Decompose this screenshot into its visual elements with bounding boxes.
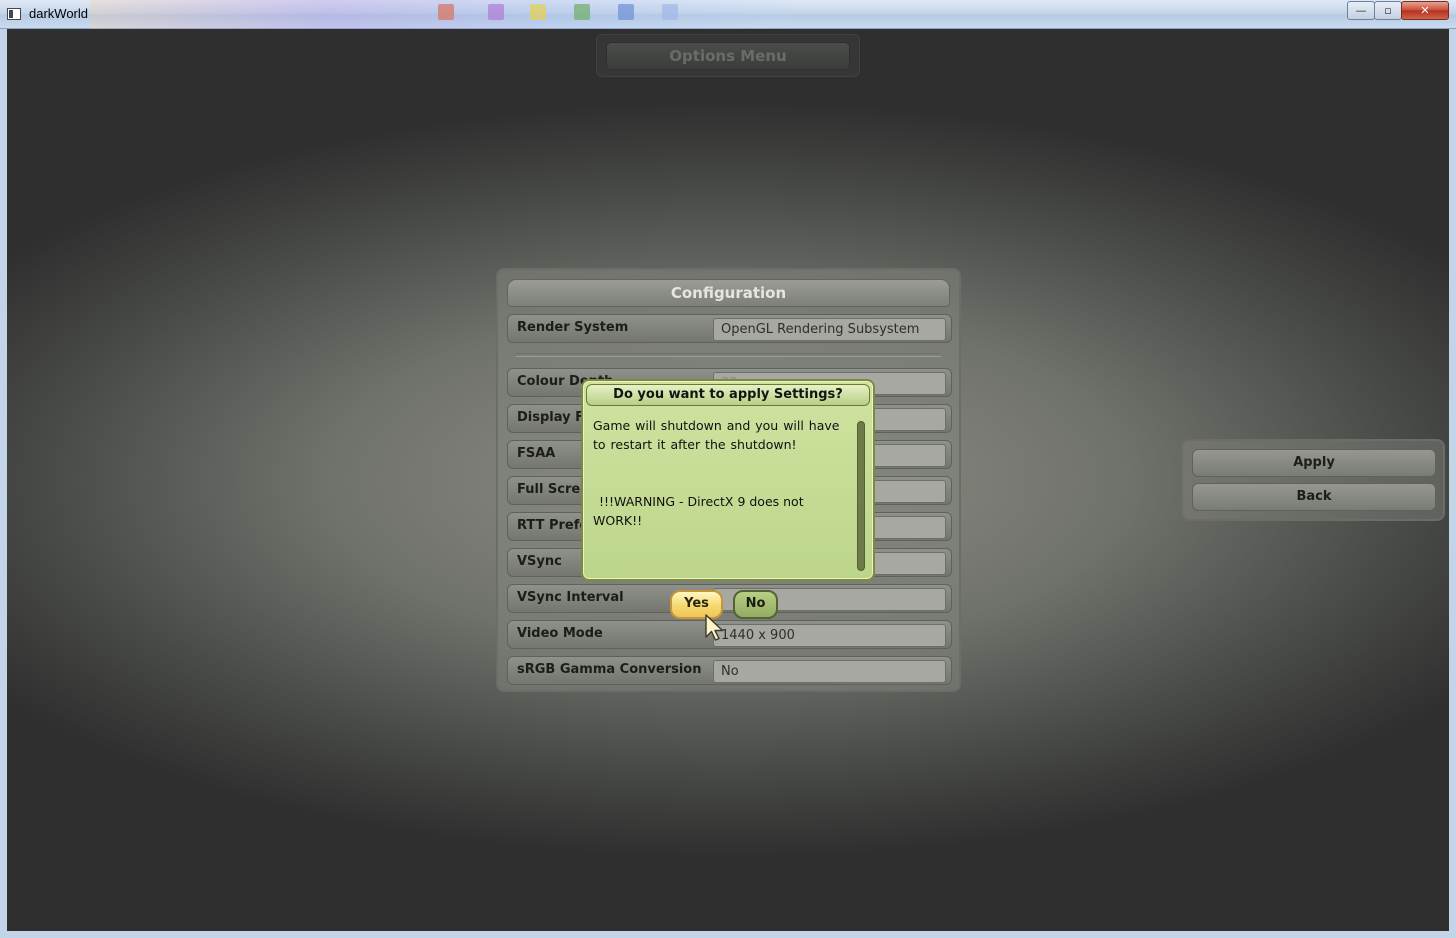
config-label: VSync Interval [517,590,624,605]
window-frame-right [1449,29,1456,938]
window-titlebar[interactable]: darkWorld — ▫ ✕ [0,0,1456,29]
game-viewport: Options Menu Configuration Render System… [7,29,1449,931]
config-row-vsync-interval[interactable]: VSync Interval [507,584,952,613]
config-row-render-system[interactable]: Render System OpenGL Rendering Subsystem [507,314,952,343]
mouse-cursor-icon [705,614,724,641]
minimize-button[interactable]: — [1347,1,1375,20]
dialog-title: Do you want to apply Settings? [586,384,870,406]
srgb-gamma-select[interactable]: No [713,660,946,683]
dialog-scrollbar[interactable] [857,421,865,571]
back-button[interactable]: Back [1192,483,1436,511]
taskbar-thumb [488,4,504,20]
video-mode-select[interactable]: 1440 x 900 [713,624,946,647]
config-label: sRGB Gamma Conversion [517,662,702,677]
options-menu-header: Options Menu [596,34,860,77]
options-menu-title: Options Menu [606,42,850,70]
window-frame-bottom [0,931,1456,938]
config-label: Video Mode [517,626,603,641]
no-button[interactable]: No [733,590,778,619]
divider [516,353,941,357]
taskbar-thumb [530,4,546,20]
maximize-button[interactable]: ▫ [1374,1,1402,20]
config-label: VSync [517,554,562,569]
apply-button[interactable]: Apply [1192,449,1436,477]
dialog-warning: !!!WARNING - DirectX 9 does not WORK!! [593,494,804,528]
dialog-message: Game will shutdown and you will have to … [593,418,840,452]
config-label: Render System [517,320,629,335]
app-window-icon [7,8,21,20]
close-button[interactable]: ✕ [1401,1,1449,20]
config-label: FSAA [517,446,556,461]
options-side-panel: Apply Back [1181,439,1445,521]
configuration-title: Configuration [507,279,950,307]
taskbar-thumb [618,4,634,20]
apply-settings-dialog: Do you want to apply Settings? Game will… [581,379,875,581]
taskbar-thumb [574,4,590,20]
taskbar-thumb [662,4,678,20]
taskbar-thumbnails-strip [90,0,790,29]
render-system-select[interactable]: OpenGL Rendering Subsystem [713,318,946,341]
taskbar-thumb [438,4,454,20]
config-row-srgb-gamma[interactable]: sRGB Gamma Conversion No [507,656,952,685]
window-frame-left [0,29,7,938]
window-title: darkWorld [29,6,89,21]
